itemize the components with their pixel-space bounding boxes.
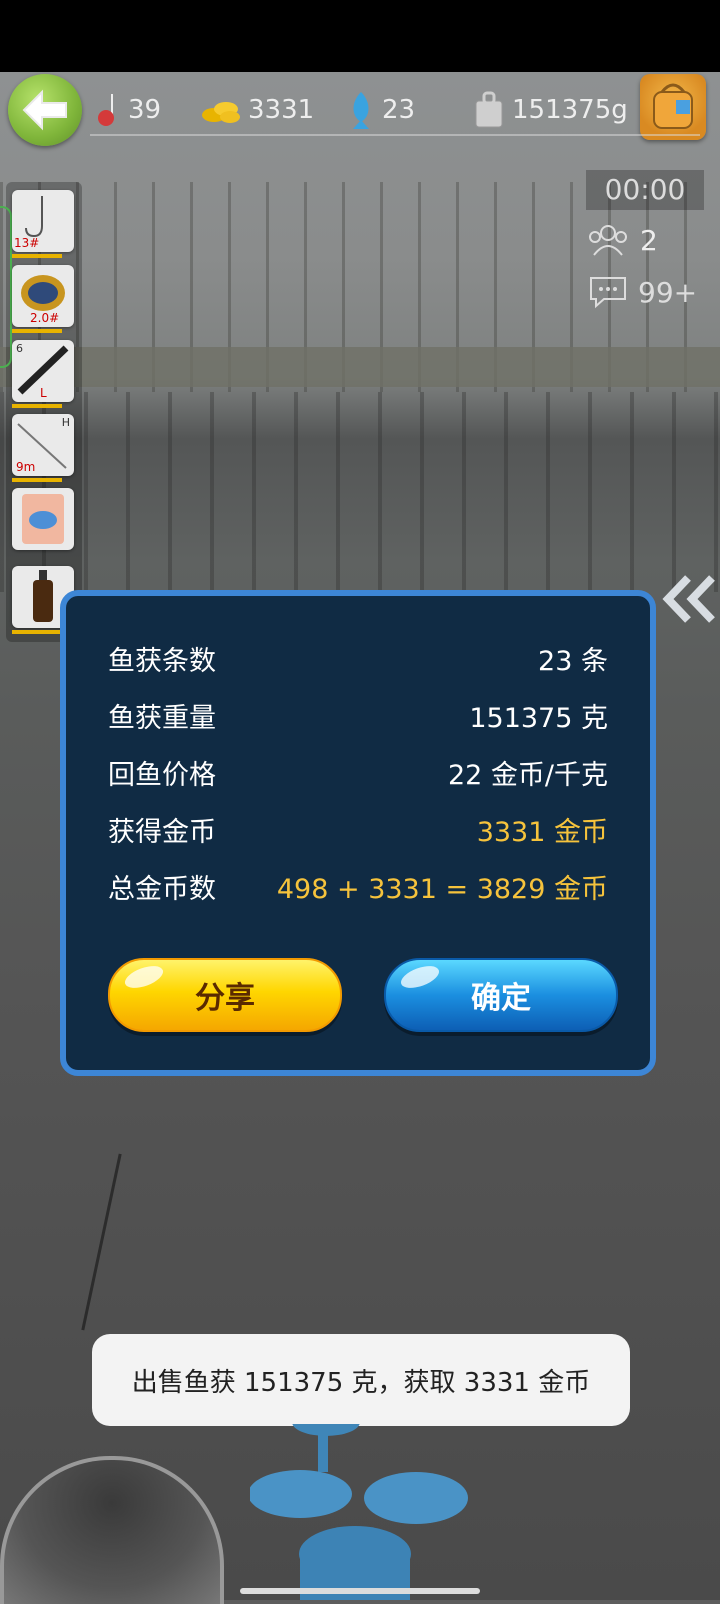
- water-reflection: [0, 392, 720, 592]
- row-value: 3331 金币: [476, 816, 608, 848]
- status-bar: [0, 0, 720, 72]
- back-arrow-icon: [22, 89, 67, 131]
- rod-durability-bar: [12, 478, 62, 482]
- coins-count: 3331: [248, 95, 315, 125]
- float-slot[interactable]: 6 L: [12, 340, 74, 408]
- additive-durability-bar: [12, 630, 62, 634]
- row-label: 鱼获条数: [108, 645, 216, 677]
- button-gloss: [122, 961, 166, 993]
- confirm-button[interactable]: 确定: [384, 958, 618, 1032]
- row-value: 498 + 3331 = 3829 金币: [276, 873, 608, 905]
- row-value: 23 条: [538, 645, 608, 677]
- hook-slot[interactable]: 13#: [12, 190, 74, 258]
- share-button[interactable]: 分享: [108, 958, 342, 1032]
- float-durability-bar: [12, 404, 62, 408]
- weight-total: 151375g: [512, 95, 628, 125]
- back-button[interactable]: [8, 74, 82, 146]
- backpack-icon: [653, 83, 693, 129]
- rod-length-label: 9m: [16, 460, 36, 474]
- fish-stat: 23: [346, 92, 416, 129]
- confirm-label: 确定: [471, 981, 531, 1016]
- result-row-count: 鱼获条数 23 条: [108, 638, 608, 678]
- fish-count: 23: [382, 95, 416, 125]
- line-slot[interactable]: 2.0#: [12, 265, 74, 333]
- row-label: 鱼获重量: [108, 702, 216, 734]
- share-label: 分享: [195, 981, 255, 1016]
- bait-float-icon: [98, 94, 114, 126]
- bait-slot[interactable]: [12, 488, 74, 550]
- home-indicator[interactable]: [240, 1588, 480, 1594]
- sell-result-dialog: 鱼获条数 23 条 鱼获重量 151375 克 回鱼价格 22 金币/千克 获得…: [60, 590, 656, 1076]
- chat-button[interactable]: 99+: [588, 272, 697, 312]
- float-size-label: L: [40, 386, 47, 400]
- gold-coins-icon: [202, 102, 240, 123]
- hook-size-label: 13#: [14, 236, 40, 250]
- river-bank: [0, 347, 720, 387]
- bait-bag-icon: [22, 494, 64, 544]
- row-label: 回鱼价格: [108, 759, 216, 791]
- line-durability-bar: [12, 329, 62, 333]
- weight-stat: 151375g: [472, 91, 628, 128]
- row-label: 获得金币: [108, 816, 216, 848]
- result-row-weight: 鱼获重量 151375 克: [108, 695, 608, 735]
- result-row-price: 回鱼价格 22 金币/千克: [108, 752, 608, 792]
- fish-icon: [353, 92, 369, 129]
- players-count: 2: [640, 223, 658, 257]
- double-chevron-left-icon[interactable]: [662, 574, 720, 624]
- weight-icon: [475, 91, 503, 128]
- float-number: 6: [16, 342, 23, 355]
- row-label: 总金币数: [108, 873, 216, 905]
- players-button[interactable]: 2: [588, 220, 658, 260]
- row-value: 151375 克: [469, 702, 608, 734]
- rod-slot[interactable]: H 9m: [12, 414, 74, 482]
- rod-type-letter: H: [61, 416, 70, 429]
- result-row-earned: 获得金币 3331 金币: [108, 809, 608, 849]
- fishing-line: [81, 1153, 122, 1331]
- line-size-label: 2.0#: [30, 311, 60, 325]
- people-icon: [589, 225, 627, 256]
- coins-stat: 3331: [200, 92, 314, 128]
- backpack-button[interactable]: [640, 74, 706, 140]
- result-row-total: 总金币数 498 + 3331 = 3829 金币: [108, 866, 608, 906]
- hook-durability-bar: [12, 254, 62, 258]
- hooks-count: 39: [128, 95, 162, 125]
- row-value: 22 金币/千克: [447, 759, 608, 791]
- chat-icon: [590, 277, 626, 309]
- bait-tray-icon[interactable]: [250, 1424, 470, 1600]
- hooks-stat: 39: [94, 92, 161, 128]
- message-count: 99+: [638, 275, 698, 309]
- toast-message: 出售鱼获 151375 克，获取 3331 金币: [92, 1334, 630, 1426]
- toolbar-selection-marker: [0, 206, 12, 368]
- topbar-divider: [90, 134, 700, 136]
- button-gloss: [398, 961, 442, 993]
- timer: 00:00: [586, 170, 704, 210]
